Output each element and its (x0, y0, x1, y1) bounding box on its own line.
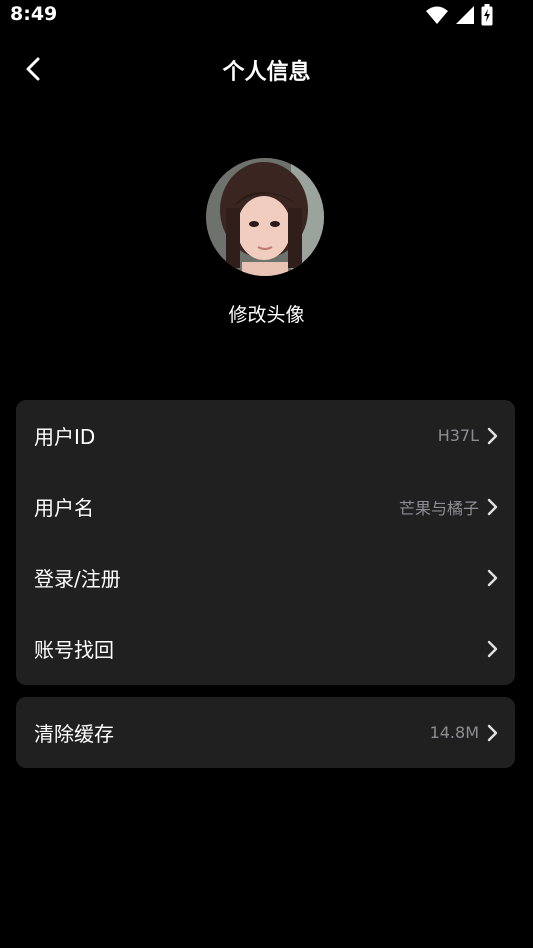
row-right (485, 569, 499, 587)
user-id-row[interactable]: 用户ID H37L (16, 400, 515, 471)
row-label: 登录/注册 (34, 567, 121, 591)
row-right: H37L (438, 426, 499, 445)
chevron-right-icon (487, 640, 498, 657)
user-id-value: H37L (437, 426, 479, 445)
status-icons (425, 4, 493, 26)
account-recovery-row[interactable]: 账号找回 (16, 613, 515, 684)
cache-size-value: 14.8M (429, 723, 479, 742)
page-title: 个人信息 (222, 60, 311, 85)
cache-card: 清除缓存 14.8M (16, 697, 515, 768)
row-right (485, 640, 499, 658)
avatar-image (206, 158, 324, 276)
username-row[interactable]: 用户名 芒果与橘子 (16, 471, 515, 542)
chevron-right-icon (487, 569, 498, 586)
signal-icon (456, 6, 474, 24)
app-bar: 个人信息 (0, 40, 533, 96)
account-settings-card: 用户ID H37L 用户名 芒果与橘子 登录/注册 账号找回 (16, 400, 515, 685)
row-label: 账号找回 (34, 638, 114, 662)
battery-charging-icon (481, 4, 493, 26)
change-avatar-button[interactable]: 修改头像 (0, 300, 533, 327)
chevron-right-icon (487, 724, 498, 741)
status-bar: 8:49 (0, 0, 533, 30)
avatar[interactable] (206, 158, 324, 276)
status-time: 8:49 (10, 3, 58, 25)
row-label: 用户ID (34, 425, 96, 449)
row-right: 14.8M (430, 723, 499, 742)
row-label: 用户名 (34, 496, 94, 520)
row-label: 清除缓存 (34, 722, 114, 746)
login-register-row[interactable]: 登录/注册 (16, 542, 515, 613)
row-right: 芒果与橘子 (399, 495, 499, 519)
wifi-icon (426, 6, 448, 24)
clear-cache-row[interactable]: 清除缓存 14.8M (16, 697, 515, 768)
chevron-right-icon (487, 427, 498, 444)
username-value: 芒果与橘子 (398, 498, 479, 518)
chevron-right-icon (487, 498, 498, 515)
